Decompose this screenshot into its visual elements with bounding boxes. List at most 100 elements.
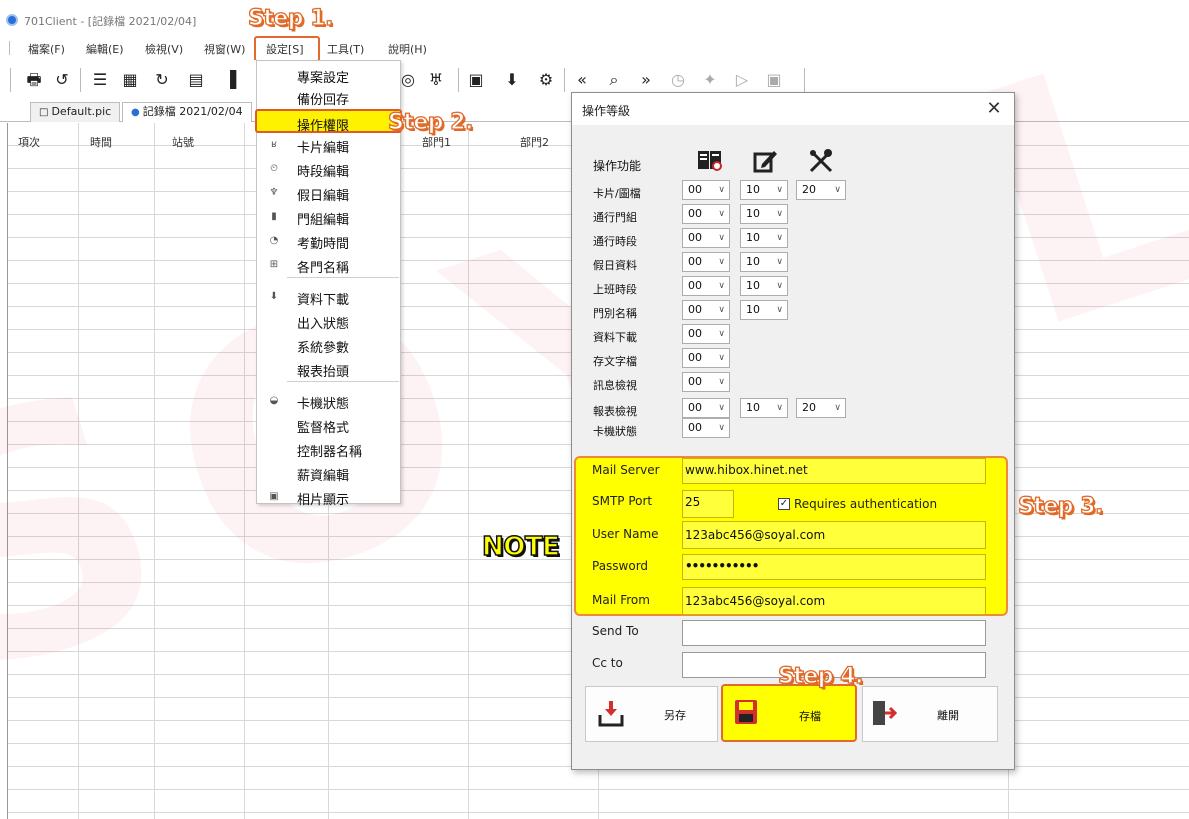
user-name-field[interactable]: 123abc456@soyal.com — [682, 521, 986, 549]
chevron-down-icon: ∨ — [776, 281, 783, 291]
tab-log-file[interactable]: ● 記錄檔 2021/02/04 — [122, 102, 252, 122]
menu-item-1[interactable]: 專案設定 — [257, 63, 400, 87]
save-as-button[interactable]: 另存 — [585, 686, 718, 742]
refresh-icon[interactable]: ↻ — [152, 70, 172, 90]
menu-item-11[interactable]: 出入狀態 — [257, 309, 400, 333]
smtp-port-field[interactable]: 25 — [682, 490, 734, 518]
cocktail-icon[interactable]: ♅ — [426, 70, 446, 90]
find-icon[interactable]: ⌕ — [604, 70, 624, 90]
menu-tools[interactable]: 工具(T) — [327, 41, 364, 57]
column-header-time[interactable]: 時間 — [90, 134, 112, 150]
stop-icon[interactable]: ▣ — [764, 70, 784, 90]
level-select-v2[interactable]: 10 ∨ — [740, 228, 788, 248]
note-callout: NOTE — [481, 531, 560, 563]
level-select-v1[interactable]: 00 ∨ — [682, 324, 730, 344]
menu-item-7[interactable]: ▮ 門組編輯 — [257, 205, 400, 229]
menu-item-2[interactable]: 備份回存 — [257, 85, 400, 109]
mail-from-label: Mail From — [592, 593, 650, 607]
send-to-field[interactable] — [682, 620, 986, 646]
menu-item-15[interactable]: 監督格式 — [257, 413, 400, 437]
download-icon[interactable]: ⬇ — [502, 70, 522, 90]
level-select-v1[interactable]: 00 ∨ — [682, 276, 730, 296]
photo-icon: ▣ — [269, 491, 279, 502]
menu-file[interactable]: 檔案(F) — [28, 41, 65, 57]
menu-item-5[interactable]: ⏲ 時段編輯 — [257, 157, 400, 181]
level-select-v2[interactable]: 10 ∨ — [740, 300, 788, 320]
tab-default-pic[interactable]: □ Default.pic — [30, 102, 121, 122]
exit-button[interactable]: 離開 — [862, 686, 998, 742]
last-icon[interactable]: » — [636, 70, 656, 90]
menu-item-label: 卡片編輯 — [297, 141, 350, 156]
menu-window[interactable]: 視窗(W) — [204, 41, 245, 57]
level-select-v1[interactable]: 00 ∨ — [682, 418, 730, 438]
menu-edit[interactable]: 編輯(E) — [86, 41, 124, 57]
requires-auth-label: Requires authentication — [794, 497, 938, 511]
menu-item-label: 考勤時間 — [297, 237, 350, 252]
printer-icon[interactable]: 🖶 — [24, 70, 44, 90]
level-select-value: 10 — [746, 303, 760, 316]
menu-item-12[interactable]: 系統參數 — [257, 333, 400, 357]
search-icon[interactable]: ↺ — [52, 70, 72, 90]
column-header-index[interactable]: 項次 — [18, 134, 40, 150]
menu-item-9[interactable]: ⊞ 各門名稱 — [257, 253, 400, 277]
column-header-dept1[interactable]: 部門1 — [422, 134, 451, 150]
chart-icon[interactable]: ▐ — [220, 70, 240, 90]
menu-item-16[interactable]: 控制器名稱 — [257, 437, 400, 461]
level-select-v2[interactable]: 10 ∨ — [740, 180, 788, 200]
menu-item-6[interactable]: ♆ 假日編輯 — [257, 181, 400, 205]
level-select-v1[interactable]: 00 ∨ — [682, 348, 730, 368]
level-select-v1[interactable]: 00 ∨ — [682, 372, 730, 392]
menu-item-13[interactable]: 報表抬頭 — [257, 357, 400, 381]
level-select-v2[interactable]: 10 ∨ — [740, 398, 788, 418]
mail-from-field[interactable]: 123abc456@soyal.com — [682, 587, 986, 615]
level-select-v2[interactable]: 10 ∨ — [740, 204, 788, 224]
toolbar-separator — [458, 68, 459, 92]
history-icon[interactable]: ◷ — [668, 70, 688, 90]
menu-bar: 檔案(F) 編輯(E) 檢視(V) 視窗(W) 設定[S] 工具(T) 說明(H… — [0, 38, 1189, 58]
card-icon: ʁ — [270, 139, 278, 150]
image-icon[interactable]: ▣ — [466, 70, 486, 90]
menu-help[interactable]: 說明(H) — [388, 41, 427, 57]
menu-item-4[interactable]: ʁ 卡片編輯 — [257, 133, 400, 157]
first-icon[interactable]: « — [572, 70, 592, 90]
level-select-v2[interactable]: 10 ∨ — [740, 276, 788, 296]
menu-view[interactable]: 檢視(V) — [145, 41, 183, 57]
permission-label: 門別名稱 — [593, 307, 637, 320]
level-select-v1[interactable]: 00 ∨ — [682, 204, 730, 224]
requires-auth-checkbox[interactable]: ✓ — [778, 498, 790, 510]
menu-item-14[interactable]: ◒ 卡機狀態 — [257, 389, 400, 413]
schedule-icon[interactable]: ▤ — [186, 70, 206, 90]
level-select-value: 20 — [802, 183, 816, 196]
save-button[interactable]: 存檔 — [721, 684, 857, 742]
list-edit-icon[interactable]: ☰ — [90, 70, 110, 90]
menu-item-label: 專案設定 — [297, 71, 350, 86]
close-icon[interactable]: ✕ — [982, 97, 1006, 121]
password-field[interactable]: ••••••••••• — [682, 554, 986, 580]
level-select-value: 00 — [688, 303, 702, 316]
column-header-dept2[interactable]: 部門2 — [520, 134, 549, 150]
level-select-v1[interactable]: 00 ∨ — [682, 180, 730, 200]
level-select-v1[interactable]: 00 ∨ — [682, 398, 730, 418]
calendar-icon[interactable]: ▦ — [120, 70, 140, 90]
pin-icon[interactable]: ✦ — [700, 70, 720, 90]
timecard-icon[interactable]: ◎ — [398, 70, 418, 90]
level-select-v3[interactable]: 20 ∨ — [796, 180, 846, 200]
menu-item-3[interactable]: 操作權限 — [255, 109, 402, 134]
mail-server-field[interactable]: www.hibox.hinet.net — [682, 458, 986, 484]
level-select-value: 00 — [688, 231, 702, 244]
level-select-v1[interactable]: 00 ∨ — [682, 228, 730, 248]
level-select-v1[interactable]: 00 ∨ — [682, 300, 730, 320]
menu-item-18[interactable]: ▣ 相片顯示 — [257, 485, 400, 509]
level-select-v1[interactable]: 00 ∨ — [682, 252, 730, 272]
settings-icon[interactable]: ⚙ — [536, 70, 556, 90]
level-select-v3[interactable]: 20 ∨ — [796, 398, 846, 418]
chevron-down-icon: ∨ — [718, 377, 725, 387]
column-header-station[interactable]: 站號 — [172, 134, 194, 150]
app-icon — [6, 14, 18, 26]
menu-item-17[interactable]: 薪資編輯 — [257, 461, 400, 485]
level-select-v2[interactable]: 10 ∨ — [740, 252, 788, 272]
menu-item-8[interactable]: ◔ 考勤時間 — [257, 229, 400, 253]
play-icon[interactable]: ▷ — [732, 70, 752, 90]
menu-item-10[interactable]: ⬇ 資料下載 — [257, 285, 400, 309]
permission-label: 通行門組 — [593, 211, 637, 224]
